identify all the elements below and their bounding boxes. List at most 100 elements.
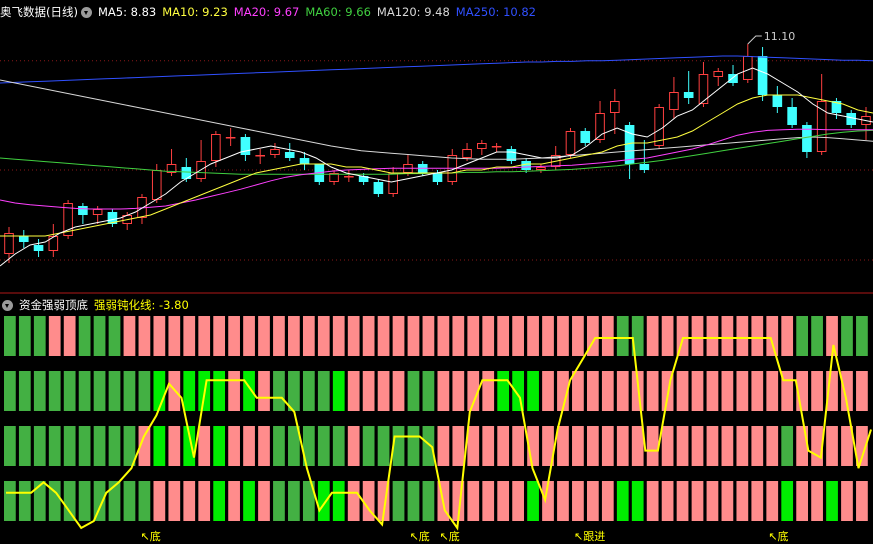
candle-body-up xyxy=(92,209,103,215)
indicator-block xyxy=(422,426,435,466)
candle-body-down xyxy=(18,236,29,242)
ma60-label: MA60: 9.66 xyxy=(305,5,371,19)
candle-body-down xyxy=(240,137,251,155)
candle-body-up xyxy=(255,155,265,157)
indicator-block xyxy=(392,481,405,521)
dropdown-arrow-icon[interactable] xyxy=(80,6,92,18)
indicator-block xyxy=(213,426,226,466)
indicator-block xyxy=(482,481,495,521)
indicator-block xyxy=(572,426,584,466)
indicator-block xyxy=(616,426,629,466)
indicator-block xyxy=(811,371,823,411)
indicator-block xyxy=(452,316,465,356)
candle-body-down xyxy=(33,245,44,251)
indicator-block xyxy=(691,371,704,411)
indicator-block xyxy=(183,316,196,356)
indicator-block xyxy=(63,426,76,466)
indicator-block xyxy=(108,371,121,411)
indicator-block xyxy=(856,316,868,356)
indicator-block xyxy=(796,481,809,521)
indicator-block xyxy=(273,481,285,521)
indicator-block xyxy=(631,481,644,521)
candle-body-up xyxy=(477,143,487,149)
indicator-block xyxy=(781,481,794,521)
candle-body-up xyxy=(742,56,753,80)
indicator-block xyxy=(736,371,749,411)
candle-body-down xyxy=(772,95,783,107)
indicator-block xyxy=(676,371,689,411)
candle-body-up xyxy=(713,71,724,77)
ma5-line xyxy=(0,67,873,267)
indicator-block xyxy=(18,316,31,356)
indicator-block xyxy=(317,371,330,411)
indicator-block xyxy=(198,481,211,521)
indicator-block xyxy=(332,426,345,466)
candle-body-down xyxy=(299,158,310,164)
indicator-block xyxy=(362,316,375,356)
indicator-block xyxy=(18,371,31,411)
indicator-block xyxy=(676,426,689,466)
indicator-block xyxy=(362,426,375,466)
indicator-block xyxy=(243,316,255,356)
indicator-block xyxy=(721,426,734,466)
indicator-block xyxy=(362,371,375,411)
indicator-block xyxy=(347,481,360,521)
indicator-block xyxy=(18,481,31,521)
indicator-block xyxy=(542,316,554,356)
indicator-block xyxy=(63,481,76,521)
signal-label: ↖底 xyxy=(410,529,430,543)
indicator-block xyxy=(841,481,853,521)
indicator-block xyxy=(288,481,300,521)
chart-canvas: 11.10 ↖底 ↖底 ↖底 ↖跟进 ↖底 xyxy=(0,30,873,543)
candle-body-up xyxy=(491,146,502,148)
indicator-block xyxy=(33,481,46,521)
main-header: 奥飞数据(日线) MA5: 8.83 MA10: 9.23 MA20: 9.67… xyxy=(0,3,542,21)
indicator-block xyxy=(452,426,465,466)
indicator-title[interactable]: 资金强弱顶底 xyxy=(19,296,88,314)
candle-body-down xyxy=(373,182,384,194)
indicator-block xyxy=(721,481,734,521)
indicator-block xyxy=(228,426,240,466)
indicator-block xyxy=(572,316,584,356)
candle-body-up xyxy=(151,170,162,200)
indicator-block xyxy=(856,371,868,411)
indicator-block xyxy=(796,316,809,356)
candle-body-up xyxy=(669,92,679,110)
indicator-block xyxy=(706,426,719,466)
indicator-block xyxy=(751,316,764,356)
indicator-block xyxy=(721,316,734,356)
indicator-block xyxy=(811,481,823,521)
indicator-block xyxy=(108,426,121,466)
candle-body-down xyxy=(580,131,591,143)
signal-label: ↖底 xyxy=(141,529,161,543)
indicator-block xyxy=(168,316,181,356)
candle-body-up xyxy=(388,173,398,194)
indicator-block xyxy=(586,371,599,411)
indicator-block xyxy=(317,426,330,466)
indicator-block xyxy=(437,426,450,466)
indicator-block xyxy=(482,426,495,466)
indicator-block xyxy=(392,316,405,356)
indicator-block xyxy=(781,426,794,466)
candle-body-down xyxy=(787,107,797,125)
candle-body-up xyxy=(211,134,221,161)
stock-title[interactable]: 奥飞数据(日线) xyxy=(0,3,78,21)
dropdown-arrow-icon[interactable] xyxy=(2,299,13,311)
indicator-block xyxy=(332,371,345,411)
indicator-block xyxy=(572,371,584,411)
indicator-block xyxy=(751,481,764,521)
indicator-block xyxy=(811,316,823,356)
indicator-block xyxy=(138,371,151,411)
candle-body-down xyxy=(683,92,694,98)
indicator-block xyxy=(288,316,300,356)
indicator-block xyxy=(33,426,46,466)
indicator-block xyxy=(557,316,569,356)
indicator-block xyxy=(168,426,181,466)
indicator-block xyxy=(527,371,539,411)
candle-body-down xyxy=(757,56,768,95)
indicator-block xyxy=(243,371,255,411)
indicator-block xyxy=(198,316,211,356)
indicator-block xyxy=(138,316,151,356)
indicator-block xyxy=(258,371,270,411)
indicator-block xyxy=(108,316,121,356)
